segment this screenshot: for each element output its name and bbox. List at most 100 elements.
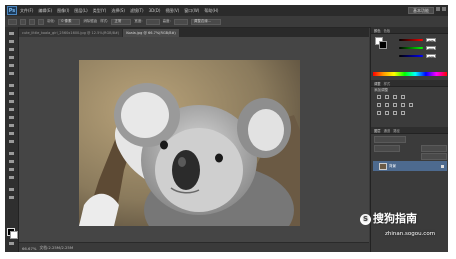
tab-channels[interactable]: 通道 — [384, 128, 391, 133]
layer-kind-filter[interactable] — [374, 136, 406, 143]
lock-icon[interactable] — [441, 164, 444, 168]
posterize-icon[interactable] — [385, 111, 389, 115]
feather-input[interactable]: 0 像素 — [58, 18, 81, 25]
sogou-logo-icon: S — [360, 213, 371, 225]
vibrance-icon[interactable] — [377, 103, 381, 107]
menu-filter[interactable]: 滤镜(T) — [130, 8, 144, 14]
refine-edge-button[interactable]: 调整边缘... — [190, 18, 221, 25]
height-input[interactable] — [173, 18, 188, 25]
exposure-icon[interactable] — [401, 95, 405, 99]
healing-brush-tool-icon[interactable] — [8, 83, 15, 88]
pen-tool-icon[interactable] — [8, 151, 15, 156]
koala-photo[interactable] — [79, 60, 300, 226]
panel-background-swatch[interactable] — [379, 41, 387, 49]
gradient-map-icon[interactable] — [401, 111, 405, 115]
threshold-icon[interactable] — [393, 111, 397, 115]
history-brush-tool-icon[interactable] — [8, 107, 15, 112]
photoshop-logo: Ps — [7, 6, 17, 15]
layer-thumbnail — [379, 162, 387, 170]
background-color-swatch[interactable] — [10, 231, 18, 239]
green-slider[interactable] — [399, 47, 423, 49]
move-tool-icon[interactable] — [8, 31, 15, 36]
color-spectrum-bar[interactable] — [373, 72, 447, 76]
invert-icon[interactable] — [377, 111, 381, 115]
quick-select-tool-icon[interactable] — [8, 55, 15, 60]
crop-tool-icon[interactable] — [8, 63, 15, 68]
green-value[interactable]: 209 — [426, 46, 436, 51]
menu-type[interactable]: 类型(Y) — [93, 8, 107, 14]
fill-input[interactable] — [421, 153, 447, 160]
style-select[interactable]: 正常 — [111, 18, 132, 25]
zoom-level[interactable]: 66.67% — [22, 246, 36, 251]
minimize-icon[interactable] — [436, 7, 440, 11]
tab-adjustments[interactable]: 调整 — [374, 81, 381, 86]
antialias-checkbox[interactable]: 消除锯齿 — [83, 19, 97, 24]
red-value[interactable]: 225 — [426, 38, 436, 43]
shape-tool-icon[interactable] — [8, 175, 15, 180]
blue-value[interactable]: 220 — [426, 54, 436, 59]
menu-select[interactable]: 选择(S) — [111, 8, 125, 14]
color-balance-icon[interactable] — [393, 103, 397, 107]
lasso-tool-icon[interactable] — [8, 47, 15, 52]
gradient-tool-icon[interactable] — [8, 123, 15, 128]
menu-bar: Ps 文件(F) 编辑(E) 图像(I) 图层(L) 类型(Y) 选择(S) 滤… — [5, 5, 448, 16]
tab-layers[interactable]: 图层 — [374, 128, 381, 133]
opacity-input[interactable] — [421, 145, 447, 152]
tab-swatches[interactable]: 色板 — [384, 28, 391, 33]
clone-stamp-tool-icon[interactable] — [8, 99, 15, 104]
brightness-icon[interactable] — [377, 95, 381, 99]
style-label: 样式: — [100, 19, 109, 23]
menu-layer[interactable]: 图层(L) — [74, 8, 87, 14]
layers-panel-tabs: 图层 通道 路径 — [371, 127, 448, 134]
zoom-tool-icon[interactable] — [8, 195, 15, 200]
watermark-brand: 搜狗指南 — [373, 212, 417, 225]
new-selection-icon[interactable] — [20, 18, 26, 25]
width-input[interactable] — [145, 18, 160, 25]
blur-tool-icon[interactable] — [8, 131, 15, 136]
blue-slider[interactable] — [399, 55, 423, 57]
tab-color[interactable]: 颜色 — [374, 28, 381, 33]
photo-filter-icon[interactable] — [409, 103, 413, 107]
hue-saturation-icon[interactable] — [385, 103, 389, 107]
brush-tool-icon[interactable] — [8, 91, 15, 96]
levels-icon[interactable] — [385, 95, 389, 99]
tab-styles[interactable]: 样式 — [384, 81, 391, 86]
eraser-tool-icon[interactable] — [8, 115, 15, 120]
hand-tool-icon[interactable] — [8, 187, 15, 192]
type-tool-icon[interactable] — [8, 159, 15, 164]
marquee-tool-preset-icon[interactable] — [8, 18, 17, 25]
menu-3d[interactable]: 3D(D) — [149, 8, 161, 13]
canvas-area[interactable] — [19, 37, 369, 242]
menu-edit[interactable]: 编辑(E) — [38, 8, 52, 14]
subtract-selection-icon[interactable] — [38, 18, 44, 25]
document-tab-bar: cute_little_koala_girl_2560x1600.jpg @ 1… — [19, 28, 369, 37]
add-selection-icon[interactable] — [29, 18, 35, 25]
layer-row-background[interactable]: 背景 — [373, 161, 447, 171]
document-tab-active[interactable]: Koala.jpg @ 66.7%(RGB/8#) — [123, 29, 179, 37]
menu-file[interactable]: 文件(F) — [20, 8, 33, 14]
feather-label: 羽化: — [47, 19, 56, 23]
dodge-tool-icon[interactable] — [8, 139, 15, 144]
menu-window[interactable]: 窗口(W) — [184, 8, 199, 14]
menu-image[interactable]: 图像(I) — [57, 8, 69, 14]
menu-view[interactable]: 视图(V) — [165, 8, 179, 14]
menu-help[interactable]: 帮助(H) — [204, 8, 218, 14]
close-icon[interactable] — [442, 7, 446, 11]
eyedropper-tool-icon[interactable] — [8, 71, 15, 76]
height-label: 高度: — [162, 19, 171, 23]
curves-icon[interactable] — [393, 95, 397, 99]
blend-mode-select[interactable] — [374, 145, 400, 152]
path-selection-tool-icon[interactable] — [8, 167, 15, 172]
document-tab[interactable]: cute_little_koala_girl_2560x1600.jpg @ 1… — [19, 29, 123, 37]
color-panel-tabs: 颜色 色板 — [371, 27, 448, 34]
adjustments-panel-tabs: 调整 样式 — [371, 80, 448, 87]
black-white-icon[interactable] — [401, 103, 405, 107]
marquee-tool-icon[interactable] — [8, 39, 15, 44]
tab-paths[interactable]: 路径 — [393, 128, 400, 133]
layer-name: 背景 — [389, 163, 396, 168]
quick-mask-icon[interactable] — [8, 241, 15, 246]
status-bar: 66.67% 文档:2.25M/2.25M — [19, 242, 369, 252]
workspace-switcher[interactable]: 基本功能 — [408, 7, 434, 14]
red-slider[interactable] — [399, 39, 423, 41]
photoshop-window: Ps 文件(F) 编辑(E) 图像(I) 图层(L) 类型(Y) 选择(S) 滤… — [5, 5, 448, 252]
